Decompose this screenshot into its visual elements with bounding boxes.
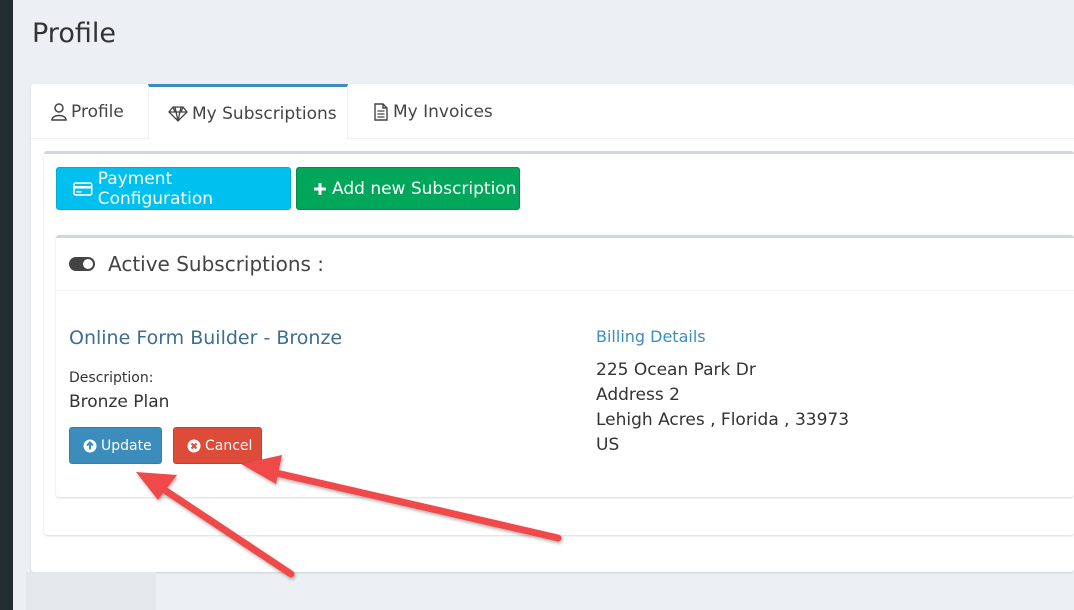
credit-card-icon (73, 181, 93, 196)
plan-name: Online Form Builder - Bronze (69, 327, 343, 349)
diamond-icon (168, 105, 188, 122)
update-label: Update (101, 437, 152, 454)
description-value: Bronze Plan (69, 392, 170, 412)
page-title: Profile (32, 18, 116, 49)
cancel-label: Cancel (205, 437, 253, 454)
tab-label: Profile (71, 101, 124, 122)
billing-address-line: Lehigh Acres , Florida , 33973 (596, 410, 850, 430)
tab-label: My Subscriptions (192, 103, 337, 124)
sidebar-edge (0, 0, 13, 610)
add-subscription-button[interactable]: Add new Subscription (296, 167, 520, 210)
times-circle-icon (187, 439, 201, 452)
subscriptions-box: Payment Configuration Add new Subscripti… (44, 151, 1074, 535)
card-title: Active Subscriptions : (108, 252, 325, 276)
cancel-button[interactable]: Cancel (173, 427, 262, 464)
card-header: Active Subscriptions : (56, 238, 1074, 291)
tab-profile[interactable]: Profile (51, 84, 124, 139)
toggle-icon (69, 257, 95, 271)
payment-configuration-button[interactable]: Payment Configuration (56, 167, 291, 210)
payment-configuration-label: Payment Configuration (97, 168, 213, 209)
active-subscription-card: Active Subscriptions : Online Form Build… (56, 235, 1074, 497)
tab-my-invoices[interactable]: My Invoices (373, 84, 493, 139)
tab-bar: Profile My Subscriptions My Invoices (31, 84, 1074, 140)
arrow-circle-up-icon (83, 439, 97, 452)
plus-icon (314, 182, 326, 195)
tab-my-subscriptions[interactable]: My Subscriptions (148, 84, 348, 140)
profile-panel: Profile My Subscriptions My Invoices Pay… (31, 84, 1074, 572)
billing-details-title: Billing Details (596, 327, 706, 346)
invoice-icon (374, 102, 388, 121)
add-subscription-label: Add new Subscription (332, 178, 517, 199)
billing-address-line: Address 2 (596, 385, 680, 405)
description-label: Description: (69, 370, 154, 386)
footer-shade (26, 572, 156, 610)
user-icon (51, 102, 67, 121)
content-area: Profile Profile My Subscriptions My Invo… (13, 0, 1074, 610)
billing-address-line: 225 Ocean Park Dr (596, 360, 756, 380)
billing-country: US (596, 435, 620, 455)
update-button[interactable]: Update (69, 427, 162, 464)
tab-label: My Invoices (393, 101, 493, 122)
